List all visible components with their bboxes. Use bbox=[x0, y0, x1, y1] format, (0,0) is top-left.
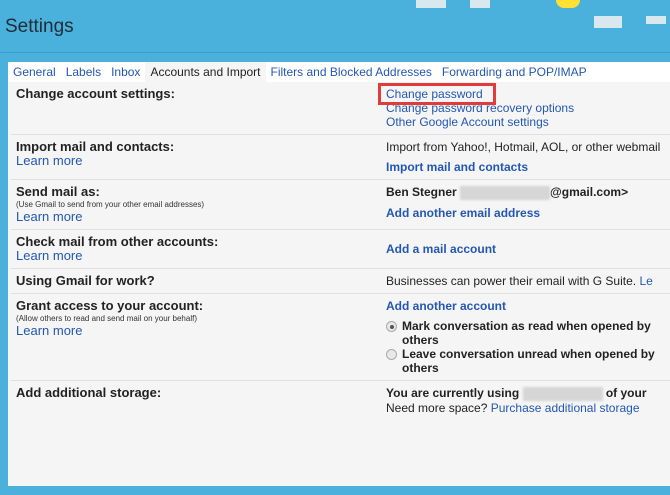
row-label: Check mail from other accounts: bbox=[16, 234, 219, 249]
row-change-account: Change account settings: Change password… bbox=[11, 82, 670, 135]
add-email-link[interactable]: Add another email address bbox=[386, 206, 662, 220]
radio-label: Mark conversation as read when opened by… bbox=[402, 319, 651, 347]
tab-inbox[interactable]: Inbox bbox=[106, 62, 145, 82]
purchase-storage-link[interactable]: Purchase additional storage bbox=[491, 401, 640, 415]
tab-forwarding[interactable]: Forwarding and POP/IMAP bbox=[437, 62, 592, 82]
import-mail-link[interactable]: Import mail and contacts bbox=[386, 160, 662, 174]
more-space-text: Need more space? bbox=[386, 400, 488, 415]
cloud-decoration bbox=[470, 0, 490, 8]
row-label: Grant access to your account: bbox=[16, 298, 204, 313]
gsuite-text: Businesses can power their email with G … bbox=[386, 274, 637, 288]
highlight-box bbox=[378, 83, 496, 105]
learn-more-link[interactable]: Le bbox=[639, 274, 652, 288]
row-gmail-work: Using Gmail for work? Businesses can pow… bbox=[11, 269, 670, 294]
tab-labels[interactable]: Labels bbox=[61, 62, 106, 82]
row-storage: Add additional storage: You are currentl… bbox=[11, 381, 670, 420]
storage-text: You are currently using bbox=[386, 386, 520, 400]
row-label: Send mail as: bbox=[16, 184, 100, 199]
cloud-decoration bbox=[594, 16, 622, 28]
row-import: Import mail and contacts: Learn more Imp… bbox=[11, 135, 670, 180]
redacted-storage bbox=[522, 386, 603, 401]
row-send-mail: Send mail as: (Use Gmail to send from yo… bbox=[11, 180, 670, 230]
tab-filters[interactable]: Filters and Blocked Addresses bbox=[266, 62, 437, 82]
row-label: Using Gmail for work? bbox=[16, 273, 155, 288]
add-another-account-link[interactable]: Add another account bbox=[386, 299, 662, 313]
row-label: Import mail and contacts: bbox=[16, 139, 175, 154]
learn-more-link[interactable]: Learn more bbox=[16, 210, 386, 224]
settings-tabs: General Labels Inbox Accounts and Import… bbox=[8, 62, 670, 82]
radio-label: Leave conversation unread when opened by… bbox=[402, 347, 655, 375]
tab-general[interactable]: General bbox=[8, 62, 61, 82]
row-label: Add additional storage: bbox=[16, 385, 162, 400]
learn-more-link[interactable]: Learn more bbox=[16, 324, 386, 338]
cloud-decoration bbox=[646, 16, 666, 24]
header-divider bbox=[0, 52, 670, 53]
radio-leave-unread[interactable]: Leave conversation unread when opened by… bbox=[386, 347, 662, 375]
add-mail-account-link[interactable]: Add a mail account bbox=[386, 242, 662, 256]
row-grant-access: Grant access to your account: (Allow oth… bbox=[11, 294, 670, 381]
redacted-email bbox=[460, 185, 551, 200]
radio-selected-icon[interactable] bbox=[386, 321, 397, 332]
learn-more-link[interactable]: Learn more bbox=[16, 249, 386, 263]
import-text: Import from Yahoo!, Hotmail, AOL, or oth… bbox=[386, 140, 661, 154]
radio-mark-read[interactable]: Mark conversation as read when opened by… bbox=[386, 319, 662, 347]
cloud-decoration bbox=[416, 0, 446, 8]
page-title: Settings bbox=[5, 16, 74, 37]
row-label: Change account settings: bbox=[16, 86, 175, 101]
storage-text-end: of your bbox=[605, 386, 647, 400]
email-suffix: @gmail.com> bbox=[550, 185, 629, 199]
radio-unselected-icon[interactable] bbox=[386, 349, 397, 360]
settings-panel: General Labels Inbox Accounts and Import… bbox=[8, 62, 670, 486]
sender-name: Ben Stegner bbox=[386, 185, 457, 199]
learn-more-link[interactable]: Learn more bbox=[16, 154, 386, 168]
tab-accounts-and-import[interactable]: Accounts and Import bbox=[145, 62, 266, 82]
google-account-settings-link[interactable]: Other Google Account settings bbox=[386, 115, 662, 129]
sun-decoration bbox=[556, 0, 580, 8]
row-check-mail: Check mail from other accounts: Learn mo… bbox=[11, 230, 670, 269]
